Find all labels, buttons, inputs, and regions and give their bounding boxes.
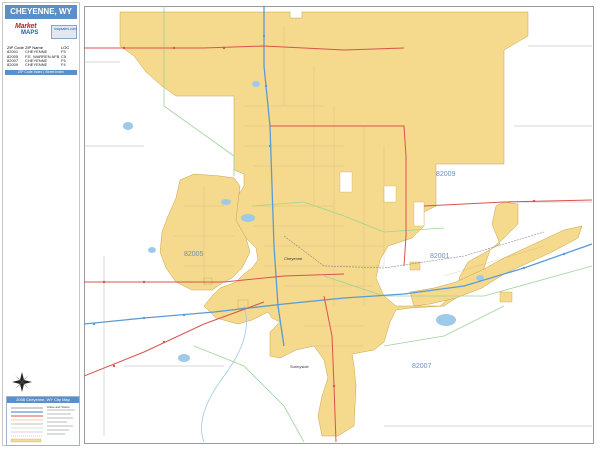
logo-line1: Market — [15, 23, 37, 30]
logo-line2: MAPS — [21, 30, 39, 36]
zip-label-82005: 82005 — [184, 251, 204, 258]
compass-rose-icon — [12, 372, 32, 392]
info-panel: CHEYENNE, WY Market MAPS mapsales.com ZI… — [2, 2, 80, 446]
west-annex-area — [159, 173, 251, 291]
city-parcel — [237, 299, 249, 309]
zip-label-82009: 82009 — [436, 171, 456, 178]
legend-symbols — [10, 407, 75, 443]
map-legend: 2008 Cheyenne, WY City Map Cities and To… — [6, 396, 80, 446]
map-page: CHEYENNE, WY Market MAPS mapsales.com ZI… — [0, 0, 600, 450]
logo-badge: mapsales.com — [51, 25, 77, 39]
unincorporated-area — [383, 185, 397, 203]
zip-code-table: ZIP Code ZIP Name LOC 82001 CHEYENNE F5 … — [7, 45, 77, 68]
index-bar: ZIP Code Index | Street Index — [5, 70, 77, 75]
zip-label-82001: 82001 — [430, 253, 450, 260]
zip-code-cell: 82009 — [7, 62, 19, 68]
publisher-logo: Market MAPS mapsales.com — [7, 23, 77, 41]
logo-badge-text: mapsales.com — [54, 27, 77, 31]
zip-loc-cell: F4 — [61, 62, 66, 68]
city-parcel — [203, 277, 213, 285]
creek — [201, 305, 247, 442]
city-map[interactable]: 82009 82001 82005 82007 Cheyenne Sunnysi… — [84, 6, 592, 442]
place-label: Sunnyside — [290, 364, 309, 369]
unincorporated-area — [339, 171, 353, 193]
east-annex-area — [409, 225, 583, 307]
zip-table-row: 82009 CHEYENNE F4 — [7, 62, 77, 68]
zip-label-82007: 82007 — [412, 363, 432, 370]
zip-name-cell: CHEYENNE — [25, 62, 48, 68]
unincorporated-area — [413, 201, 425, 227]
map-title: CHEYENNE, WY — [5, 5, 77, 19]
city-label-cheyenne: Cheyenne — [284, 256, 303, 261]
airport-parcel — [499, 291, 513, 303]
